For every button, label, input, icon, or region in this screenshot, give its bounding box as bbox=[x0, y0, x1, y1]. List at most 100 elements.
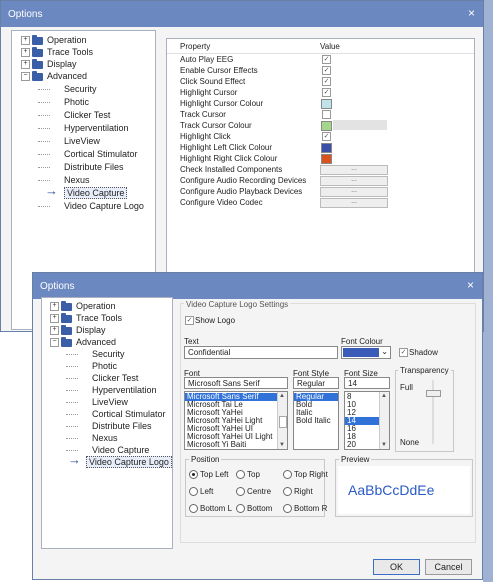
position-radio[interactable] bbox=[236, 487, 245, 496]
slider-thumb[interactable] bbox=[426, 390, 441, 397]
title-bar[interactable]: Options × bbox=[1, 1, 483, 27]
grid-row[interactable]: Click Sound Effect ✓ bbox=[167, 76, 474, 87]
chevron-down-icon[interactable]: ⌄ bbox=[381, 347, 388, 356]
expand-icon[interactable]: + bbox=[21, 36, 30, 46]
property-checkbox[interactable]: ✓ bbox=[322, 77, 331, 86]
grid-row[interactable]: Highlight Click ✓ bbox=[167, 131, 474, 142]
ok-button[interactable]: OK bbox=[373, 559, 420, 575]
tree-item-security[interactable]: Security bbox=[66, 349, 125, 359]
tree-node-advanced[interactable]: − Advanced bbox=[50, 336, 116, 348]
tree-item-hyperventilation[interactable]: Hyperventilation bbox=[66, 385, 157, 395]
property-grid[interactable]: Property Value Auto Play EEG ✓ Enable Curs… bbox=[166, 38, 475, 298]
tree-item-hyperventilation[interactable]: Hyperventilation bbox=[38, 123, 129, 133]
property-ellipsis-button[interactable]: ... bbox=[320, 176, 388, 186]
transparency-slider[interactable] bbox=[426, 380, 441, 444]
font-list-scrollbar[interactable]: ▲ ▼ bbox=[277, 392, 287, 449]
tree-item-liveview[interactable]: LiveView bbox=[66, 397, 128, 407]
expand-icon[interactable]: + bbox=[21, 60, 30, 70]
scroll-up-icon[interactable]: ▲ bbox=[279, 393, 285, 399]
property-checkbox[interactable]: ✓ bbox=[322, 55, 331, 64]
title-bar[interactable]: Options × bbox=[33, 273, 482, 299]
tree-item-photic[interactable]: Photic bbox=[38, 97, 89, 107]
tree-item-distribute-files[interactable]: Distribute Files bbox=[38, 162, 124, 172]
property-edit-field[interactable] bbox=[333, 120, 387, 130]
position-radio[interactable] bbox=[236, 504, 245, 513]
position-radio[interactable] bbox=[236, 470, 245, 479]
font-list[interactable]: Microsoft Sans Serif Microsoft Tai Le Micr… bbox=[184, 391, 288, 450]
logo-text-input[interactable]: Confidential bbox=[184, 346, 338, 359]
tree-item-cortical-stimulator[interactable]: Cortical Stimulator bbox=[66, 409, 166, 419]
options-tree[interactable]: + Operation + Trace Tools + Display − Advanc… bbox=[41, 297, 173, 549]
grid-row[interactable]: Track Cursor Colour bbox=[167, 120, 474, 131]
property-ellipsis-button[interactable]: ... bbox=[320, 165, 388, 175]
font-size-list[interactable]: 8 10 12 14 16 18 20 ▲ ▼ bbox=[344, 391, 390, 450]
grid-row[interactable]: Check Installed Components... bbox=[167, 164, 474, 175]
property-ellipsis-button[interactable]: ... bbox=[320, 187, 388, 197]
scroll-up-icon[interactable]: ▲ bbox=[381, 393, 387, 399]
tree-item-video-capture-logo[interactable]: Video Capture Logo bbox=[38, 201, 144, 211]
property-checkbox[interactable]: ✓ bbox=[322, 132, 331, 141]
font-list-item[interactable]: Microsoft Yi Baiti bbox=[185, 441, 287, 449]
expand-icon[interactable]: + bbox=[21, 48, 30, 58]
show-logo-checkbox[interactable]: ✓ bbox=[185, 316, 194, 325]
scroll-down-icon[interactable]: ▼ bbox=[381, 442, 387, 448]
property-colour-swatch[interactable] bbox=[321, 99, 332, 109]
expand-icon[interactable]: + bbox=[50, 314, 59, 324]
font-size-scrollbar[interactable]: ▲ ▼ bbox=[379, 392, 389, 449]
tree-item-clicker-test[interactable]: Clicker Test bbox=[66, 373, 138, 383]
font-input[interactable]: Microsoft Sans Serif bbox=[184, 377, 288, 389]
property-checkbox[interactable]: ✓ bbox=[322, 66, 331, 75]
close-icon[interactable]: × bbox=[467, 278, 474, 292]
tree-node-operation[interactable]: + Operation bbox=[50, 300, 116, 312]
position-radio[interactable] bbox=[189, 504, 198, 513]
expand-icon[interactable]: + bbox=[50, 302, 59, 312]
tree-item-security[interactable]: Security bbox=[38, 84, 97, 94]
tree-item-video-capture-logo[interactable]: Video Capture Logo bbox=[86, 456, 172, 468]
scroll-thumb[interactable] bbox=[279, 416, 287, 428]
tree-item-nexus[interactable]: Nexus bbox=[66, 433, 118, 443]
position-radio[interactable] bbox=[283, 470, 292, 479]
position-radio[interactable] bbox=[283, 504, 292, 513]
property-ellipsis-button[interactable]: ... bbox=[320, 198, 388, 208]
grid-row[interactable]: Auto Play EEG ✓ bbox=[167, 54, 474, 65]
expand-icon[interactable]: + bbox=[50, 326, 59, 336]
font-style-input[interactable]: Regular bbox=[293, 377, 339, 389]
tree-node-trace-tools[interactable]: + Trace Tools bbox=[21, 46, 93, 58]
scroll-down-icon[interactable]: ▼ bbox=[279, 442, 285, 448]
property-colour-swatch[interactable] bbox=[321, 154, 332, 164]
font-style-item[interactable]: Bold Italic bbox=[294, 417, 338, 425]
tree-node-display[interactable]: + Display bbox=[50, 324, 106, 336]
tree-item-video-capture[interactable]: Video Capture bbox=[64, 187, 128, 199]
cancel-button[interactable]: Cancel bbox=[425, 559, 472, 575]
tree-node-advanced[interactable]: − Advanced bbox=[21, 70, 87, 82]
tree-item-photic[interactable]: Photic bbox=[66, 361, 117, 371]
collapse-icon[interactable]: − bbox=[21, 72, 30, 82]
property-checkbox[interactable] bbox=[322, 110, 331, 119]
font-size-input[interactable]: 14 bbox=[344, 377, 390, 389]
font-colour-picker[interactable]: ⌄ bbox=[341, 346, 391, 359]
tree-item-distribute-files[interactable]: Distribute Files bbox=[66, 421, 152, 431]
property-colour-swatch[interactable] bbox=[321, 143, 332, 153]
position-radio[interactable] bbox=[189, 470, 198, 479]
grid-row[interactable]: Enable Cursor Effects ✓ bbox=[167, 65, 474, 76]
tree-node-operation[interactable]: + Operation bbox=[21, 34, 87, 46]
grid-row[interactable]: Highlight Right Click Colour bbox=[167, 153, 474, 164]
grid-row[interactable]: Configure Audio Recording Devices... bbox=[167, 175, 474, 186]
shadow-checkbox[interactable]: ✓ bbox=[399, 348, 408, 357]
font-style-list[interactable]: Regular Bold Italic Bold Italic bbox=[293, 391, 339, 450]
grid-row[interactable]: Highlight Cursor Colour bbox=[167, 98, 474, 109]
property-colour-swatch[interactable] bbox=[321, 121, 332, 131]
grid-row[interactable]: Highlight Cursor ✓ bbox=[167, 87, 474, 98]
tree-item-cortical-stimulator[interactable]: Cortical Stimulator bbox=[38, 149, 138, 159]
grid-row[interactable]: Track Cursor bbox=[167, 109, 474, 120]
grid-row[interactable]: Configure Video Codec... bbox=[167, 197, 474, 208]
grid-row[interactable]: Configure Audio Playback Devices... bbox=[167, 186, 474, 197]
tree-item-clicker-test[interactable]: Clicker Test bbox=[38, 110, 110, 120]
collapse-icon[interactable]: − bbox=[50, 338, 59, 348]
tree-node-trace-tools[interactable]: + Trace Tools bbox=[50, 312, 122, 324]
close-icon[interactable]: × bbox=[468, 6, 475, 20]
grid-row[interactable]: Highlight Left Click Colour bbox=[167, 142, 474, 153]
property-checkbox[interactable]: ✓ bbox=[322, 88, 331, 97]
position-radio[interactable] bbox=[189, 487, 198, 496]
position-radio[interactable] bbox=[283, 487, 292, 496]
